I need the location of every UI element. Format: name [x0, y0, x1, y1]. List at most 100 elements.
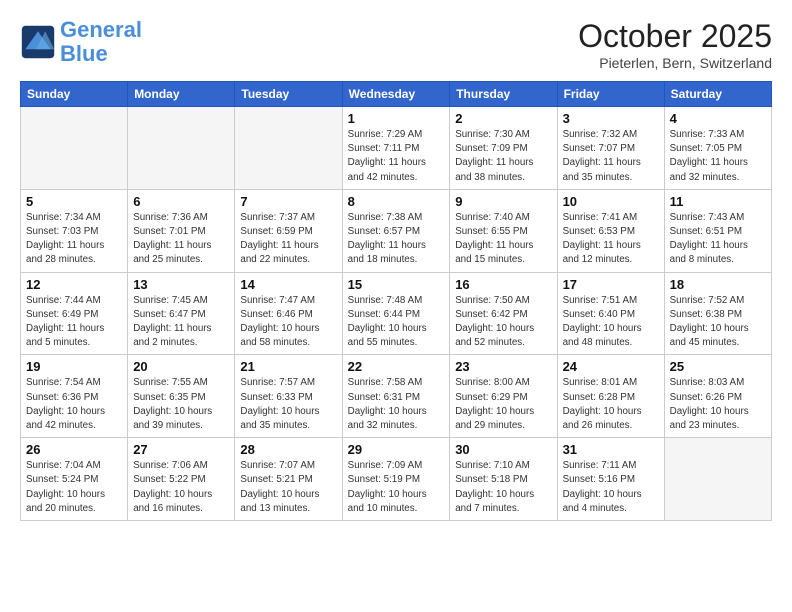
day-number: 8 — [348, 194, 445, 209]
day-cell: 12 Sunrise: 7:44 AMSunset: 6:49 PMDayligh… — [21, 272, 128, 355]
weekday-header-sunday: Sunday — [21, 82, 128, 107]
day-cell: 15 Sunrise: 7:48 AMSunset: 6:44 PMDayligh… — [342, 272, 450, 355]
day-info: Sunrise: 7:09 AMSunset: 5:19 PMDaylight:… — [348, 459, 445, 516]
weekday-header-wednesday: Wednesday — [342, 82, 450, 107]
day-number: 6 — [133, 194, 229, 209]
day-cell: 10 Sunrise: 7:41 AMSunset: 6:53 PMDayligh… — [557, 189, 664, 272]
day-cell — [235, 107, 342, 190]
day-info: Sunrise: 8:03 AMSunset: 6:26 PMDaylight:… — [670, 376, 766, 433]
weekday-header-tuesday: Tuesday — [235, 82, 342, 107]
day-info: Sunrise: 7:47 AMSunset: 6:46 PMDaylight:… — [240, 294, 336, 351]
day-cell: 28 Sunrise: 7:07 AMSunset: 5:21 PMDayligh… — [235, 438, 342, 521]
day-info: Sunrise: 7:34 AMSunset: 7:03 PMDaylight:… — [26, 211, 122, 268]
day-number: 2 — [455, 111, 551, 126]
week-row-2: 5Sunrise: 7:34 AMSunset: 7:03 PMDaylight… — [21, 189, 772, 272]
day-info: Sunrise: 7:36 AMSunset: 7:01 PMDaylight:… — [133, 211, 229, 268]
day-info: Sunrise: 7:29 AMSunset: 7:11 PMDaylight:… — [348, 128, 445, 185]
logo-line2: Blue — [60, 41, 108, 66]
day-number: 18 — [670, 277, 766, 292]
day-number: 31 — [563, 442, 659, 457]
day-number: 1 — [348, 111, 445, 126]
day-cell: 11Sunrise: 7:43 AMSunset: 6:51 PMDayligh… — [664, 189, 771, 272]
day-number: 22 — [348, 359, 445, 374]
day-number: 28 — [240, 442, 336, 457]
day-cell: 18 Sunrise: 7:52 AMSunset: 6:38 PMDayligh… — [664, 272, 771, 355]
day-number: 10 — [563, 194, 659, 209]
title-block: October 2025 Pieterlen, Bern, Switzerlan… — [578, 18, 772, 71]
day-info: Sunrise: 7:06 AMSunset: 5:22 PMDaylight:… — [133, 459, 229, 516]
day-number: 26 — [26, 442, 122, 457]
day-number: 15 — [348, 277, 445, 292]
week-row-5: 26 Sunrise: 7:04 AMSunset: 5:24 PMDayligh… — [21, 438, 772, 521]
calendar: SundayMondayTuesdayWednesdayThursdayFrid… — [20, 81, 772, 521]
logo-line1: General — [60, 17, 142, 42]
day-info: Sunrise: 8:00 AMSunset: 6:29 PMDaylight:… — [455, 376, 551, 433]
day-info: Sunrise: 7:58 AMSunset: 6:31 PMDaylight:… — [348, 376, 445, 433]
day-cell: 31Sunrise: 7:11 AMSunset: 5:16 PMDayligh… — [557, 438, 664, 521]
day-number: 12 — [26, 277, 122, 292]
logo-text: General Blue — [60, 18, 142, 66]
day-cell: 22 Sunrise: 7:58 AMSunset: 6:31 PMDayligh… — [342, 355, 450, 438]
day-info: Sunrise: 7:37 AMSunset: 6:59 PMDaylight:… — [240, 211, 336, 268]
day-number: 19 — [26, 359, 122, 374]
weekday-header-saturday: Saturday — [664, 82, 771, 107]
day-info: Sunrise: 7:50 AMSunset: 6:42 PMDaylight:… — [455, 294, 551, 351]
day-info: Sunrise: 7:40 AMSunset: 6:55 PMDaylight:… — [455, 211, 551, 268]
page: General Blue October 2025 Pieterlen, Ber… — [0, 0, 792, 531]
day-info: Sunrise: 7:30 AMSunset: 7:09 PMDaylight:… — [455, 128, 551, 185]
day-cell: 30 Sunrise: 7:10 AMSunset: 5:18 PMDayligh… — [450, 438, 557, 521]
day-cell — [664, 438, 771, 521]
day-number: 11 — [670, 194, 766, 209]
day-number: 30 — [455, 442, 551, 457]
day-number: 23 — [455, 359, 551, 374]
day-info: Sunrise: 7:04 AMSunset: 5:24 PMDaylight:… — [26, 459, 122, 516]
day-info: Sunrise: 7:33 AMSunset: 7:05 PMDaylight:… — [670, 128, 766, 185]
day-cell: 7 Sunrise: 7:37 AMSunset: 6:59 PMDaylight… — [235, 189, 342, 272]
week-row-4: 19 Sunrise: 7:54 AMSunset: 6:36 PMDayligh… — [21, 355, 772, 438]
weekday-header-monday: Monday — [128, 82, 235, 107]
day-info: Sunrise: 7:52 AMSunset: 6:38 PMDaylight:… — [670, 294, 766, 351]
day-number: 20 — [133, 359, 229, 374]
day-info: Sunrise: 7:48 AMSunset: 6:44 PMDaylight:… — [348, 294, 445, 351]
day-number: 24 — [563, 359, 659, 374]
day-number: 27 — [133, 442, 229, 457]
weekday-header-row: SundayMondayTuesdayWednesdayThursdayFrid… — [21, 82, 772, 107]
day-info: Sunrise: 7:57 AMSunset: 6:33 PMDaylight:… — [240, 376, 336, 433]
day-info: Sunrise: 7:10 AMSunset: 5:18 PMDaylight:… — [455, 459, 551, 516]
day-number: 16 — [455, 277, 551, 292]
logo-icon — [20, 24, 56, 60]
day-info: Sunrise: 7:54 AMSunset: 6:36 PMDaylight:… — [26, 376, 122, 433]
day-number: 3 — [563, 111, 659, 126]
day-cell — [21, 107, 128, 190]
day-info: Sunrise: 7:32 AMSunset: 7:07 PMDaylight:… — [563, 128, 659, 185]
day-number: 13 — [133, 277, 229, 292]
day-cell: 6 Sunrise: 7:36 AMSunset: 7:01 PMDaylight… — [128, 189, 235, 272]
day-cell: 13Sunrise: 7:45 AMSunset: 6:47 PMDayligh… — [128, 272, 235, 355]
day-cell: 23 Sunrise: 8:00 AMSunset: 6:29 PMDayligh… — [450, 355, 557, 438]
day-info: Sunrise: 7:38 AMSunset: 6:57 PMDaylight:… — [348, 211, 445, 268]
day-number: 21 — [240, 359, 336, 374]
day-number: 9 — [455, 194, 551, 209]
day-cell: 25Sunrise: 8:03 AMSunset: 6:26 PMDayligh… — [664, 355, 771, 438]
day-cell: 17Sunrise: 7:51 AMSunset: 6:40 PMDayligh… — [557, 272, 664, 355]
logo: General Blue — [20, 18, 142, 66]
day-number: 14 — [240, 277, 336, 292]
day-cell: 9 Sunrise: 7:40 AMSunset: 6:55 PMDaylight… — [450, 189, 557, 272]
day-info: Sunrise: 7:07 AMSunset: 5:21 PMDaylight:… — [240, 459, 336, 516]
day-cell — [128, 107, 235, 190]
day-cell: 29 Sunrise: 7:09 AMSunset: 5:19 PMDayligh… — [342, 438, 450, 521]
day-cell: 26 Sunrise: 7:04 AMSunset: 5:24 PMDayligh… — [21, 438, 128, 521]
day-cell: 1 Sunrise: 7:29 AMSunset: 7:11 PMDaylight… — [342, 107, 450, 190]
day-info: Sunrise: 7:44 AMSunset: 6:49 PMDaylight:… — [26, 294, 122, 351]
location: Pieterlen, Bern, Switzerland — [578, 55, 772, 71]
day-cell: 3 Sunrise: 7:32 AMSunset: 7:07 PMDaylight… — [557, 107, 664, 190]
day-cell: 19 Sunrise: 7:54 AMSunset: 6:36 PMDayligh… — [21, 355, 128, 438]
day-number: 7 — [240, 194, 336, 209]
day-cell: 5Sunrise: 7:34 AMSunset: 7:03 PMDaylight… — [21, 189, 128, 272]
day-cell: 8 Sunrise: 7:38 AMSunset: 6:57 PMDaylight… — [342, 189, 450, 272]
day-number: 29 — [348, 442, 445, 457]
weekday-header-friday: Friday — [557, 82, 664, 107]
weekday-header-thursday: Thursday — [450, 82, 557, 107]
day-info: Sunrise: 7:41 AMSunset: 6:53 PMDaylight:… — [563, 211, 659, 268]
month-title: October 2025 — [578, 18, 772, 55]
